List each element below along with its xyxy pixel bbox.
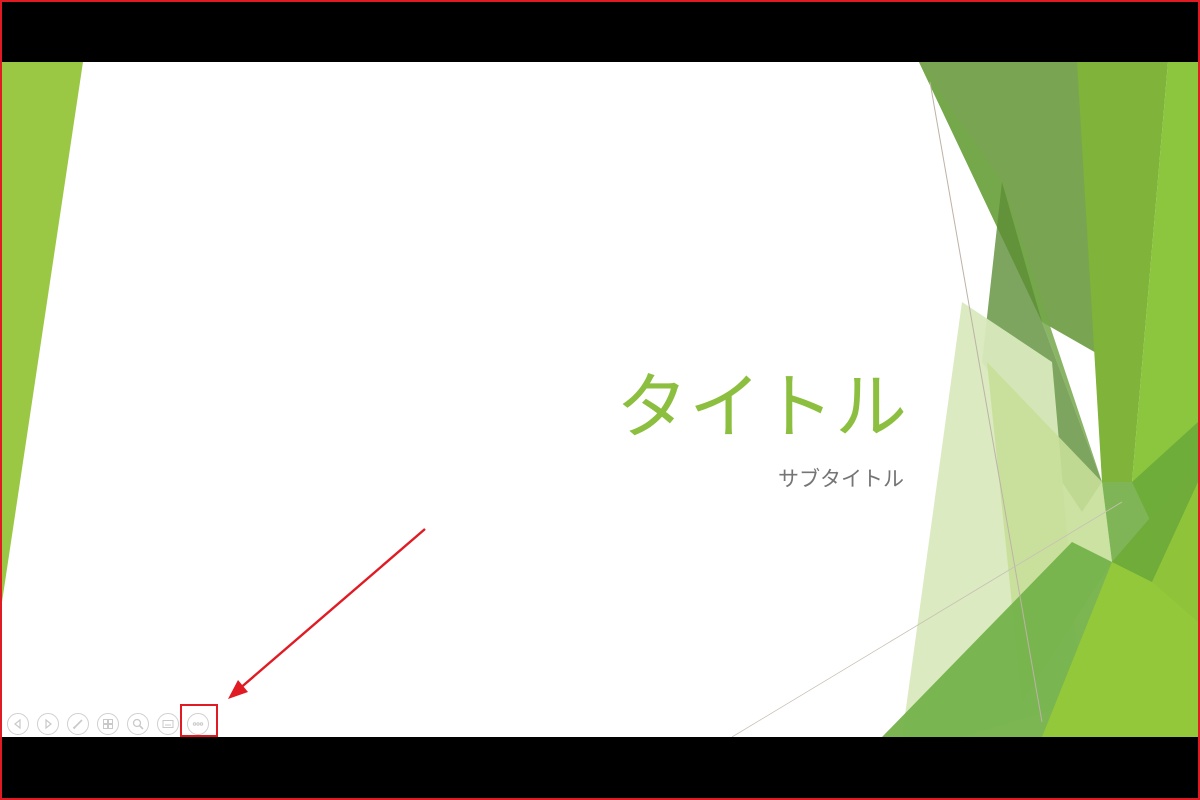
- next-button[interactable]: [37, 713, 59, 735]
- letterbox-bottom: [2, 737, 1198, 798]
- pen-button[interactable]: [67, 713, 89, 735]
- presentation-window: タイトル サブタイトル: [0, 0, 1200, 800]
- slide-background-art: [2, 62, 1198, 737]
- subtitles-button[interactable]: [157, 713, 179, 735]
- pen-icon: [72, 719, 83, 730]
- magnifier-icon: [132, 718, 144, 730]
- screen-icon: [162, 720, 174, 728]
- previous-button[interactable]: [7, 713, 29, 735]
- chevron-left-icon: [14, 718, 21, 730]
- chevron-right-icon: [45, 718, 52, 730]
- slide-title: タイトル: [615, 365, 908, 449]
- slide[interactable]: タイトル サブタイトル: [2, 62, 1198, 737]
- annotation-highlight-box: [180, 704, 218, 737]
- slide-subtitle: サブタイトル: [778, 467, 904, 491]
- zoom-button[interactable]: [127, 713, 149, 735]
- slideshow-controls: [7, 712, 209, 736]
- letterbox-top: [2, 2, 1198, 62]
- slides-grid-icon: [103, 719, 113, 729]
- slides-overview-button[interactable]: [97, 713, 119, 735]
